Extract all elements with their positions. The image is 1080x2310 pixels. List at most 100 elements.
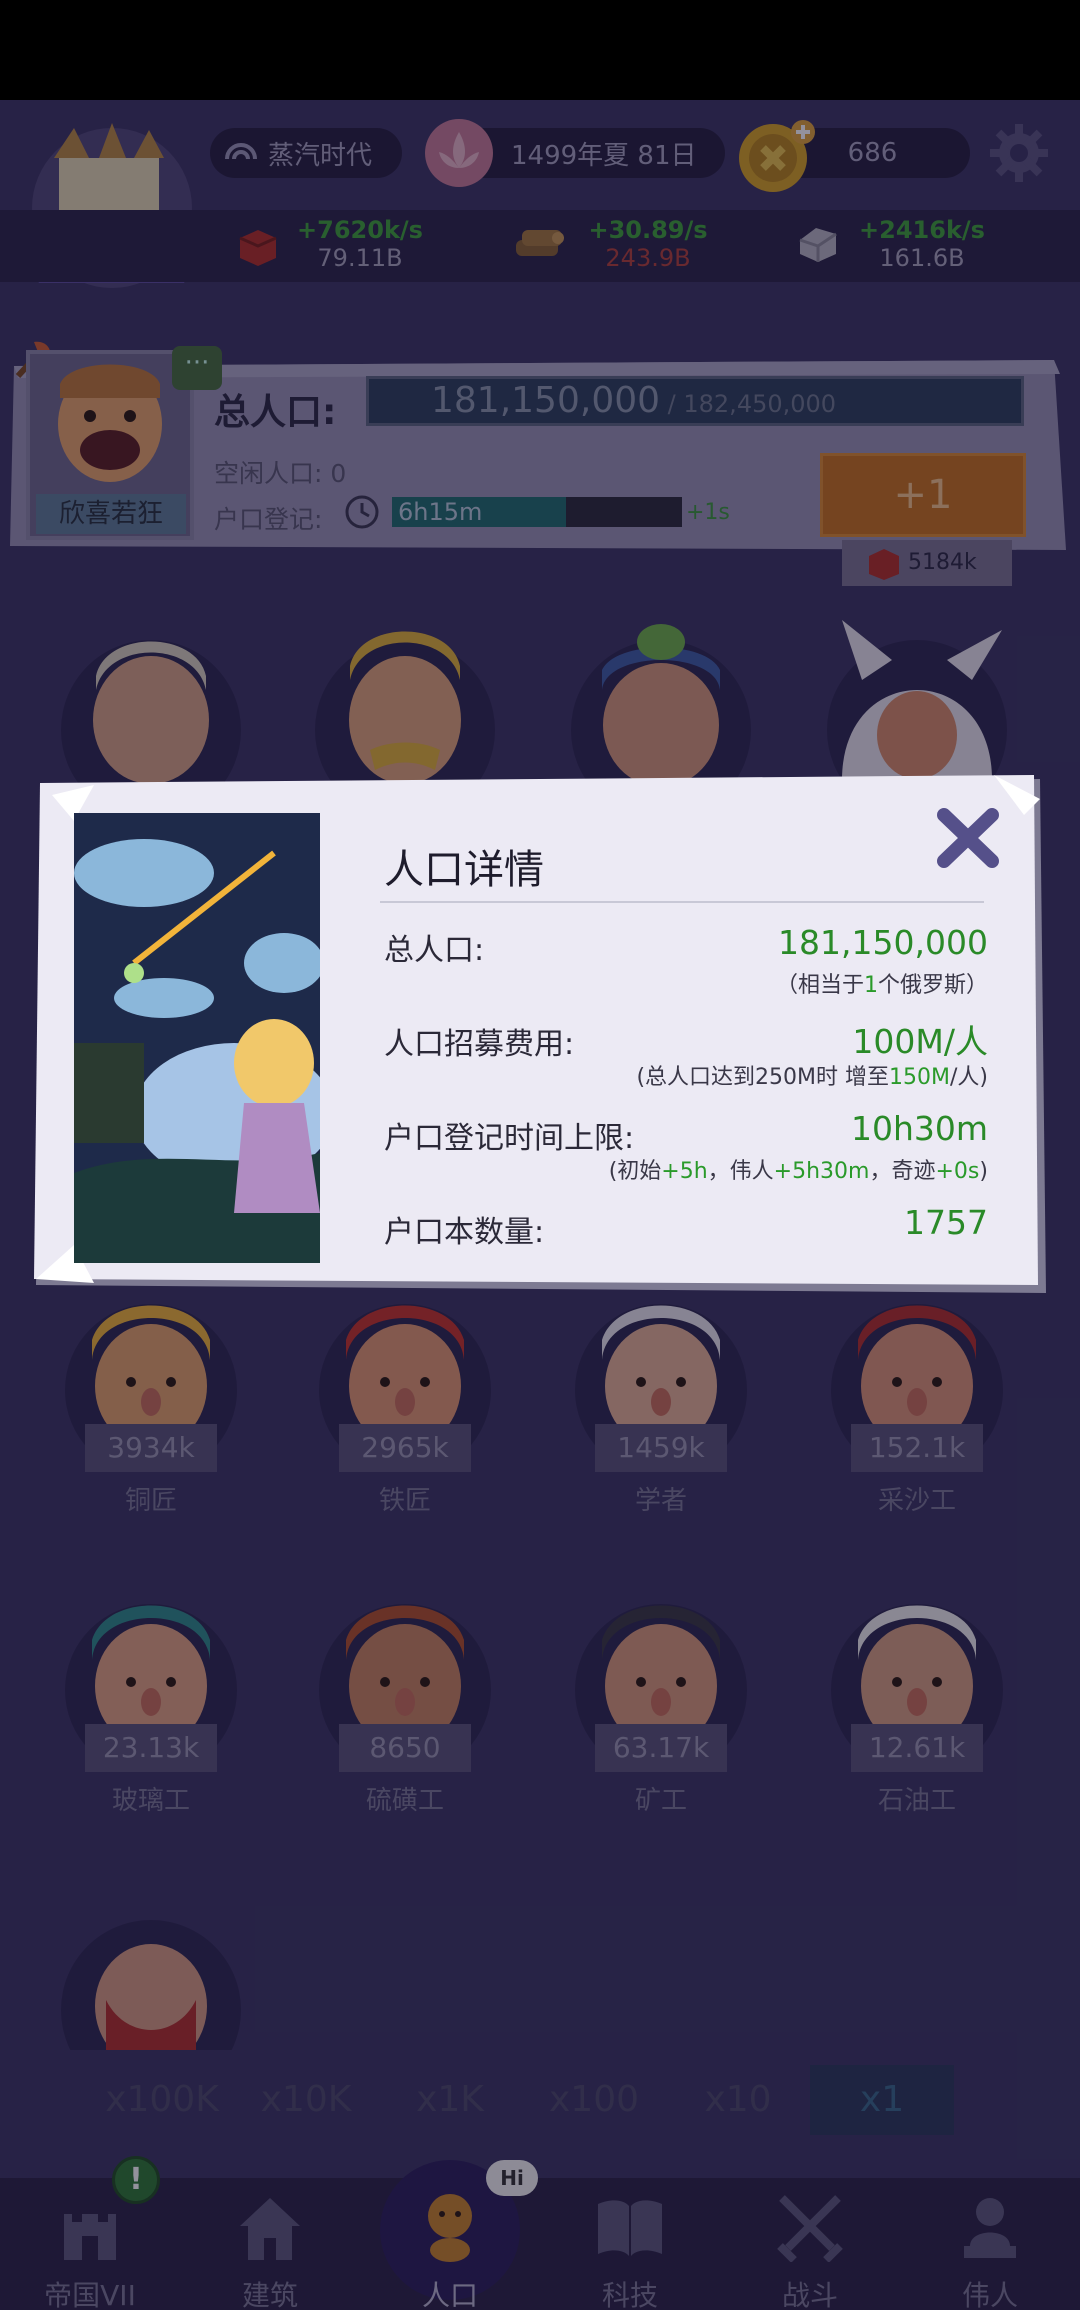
red-block-icon <box>239 230 277 266</box>
population-max: / 182,450,000 <box>660 390 837 418</box>
register-progress-bar: 6h15m <box>392 497 682 527</box>
nav-great-people[interactable]: 伟人 <box>900 2178 1080 2310</box>
multiplier-1[interactable]: x1 <box>810 2065 954 2135</box>
resource-amount: 243.9B <box>605 244 691 272</box>
worker-count: 63.17k <box>595 1724 727 1772</box>
worker-job-label: 硫磺工 <box>365 1786 444 1816</box>
character-portrait[interactable] <box>822 620 1012 800</box>
era-icon <box>225 143 257 160</box>
worker-count: 1459k <box>595 1424 727 1472</box>
register-label: 户口登记: <box>214 505 323 534</box>
multiplier-10k[interactable]: x10K <box>234 2065 378 2135</box>
resource-amount: 161.6B <box>879 244 965 272</box>
nav-buildings[interactable]: 建筑 <box>180 2178 360 2310</box>
worker-job-label: 学者 <box>634 1486 687 1516</box>
total-population-label: 总人口: <box>214 392 337 433</box>
era-label: 蒸汽时代 <box>268 140 373 171</box>
multiplier-10[interactable]: x10 <box>666 2065 810 2135</box>
nav-label: 建筑 <box>241 2279 298 2310</box>
nav-battle[interactable]: 战斗 <box>720 2178 900 2310</box>
resource-rate: +30.89/s <box>588 216 708 244</box>
coin-pill[interactable]: 686 <box>739 120 970 192</box>
worker-job-label: 玻璃工 <box>111 1786 190 1816</box>
character-portrait[interactable] <box>566 620 756 800</box>
worker-job-label: 矿工 <box>634 1786 687 1816</box>
worker-job-label: 石油工 <box>877 1786 956 1816</box>
recruit-cost-label: 人口招募费用: <box>384 1027 575 1062</box>
era-pill[interactable]: 蒸汽时代 <box>210 128 402 178</box>
bust-icon <box>964 2198 1016 2258</box>
register-time: 6h15m <box>398 498 483 526</box>
nav-empire[interactable]: 帝国VII <box>0 2178 180 2310</box>
recruit-cost-value: 100M/人 <box>852 1022 988 1061</box>
alert-badge: ! <box>112 2156 160 2204</box>
clock-icon <box>345 495 379 529</box>
register-limit-note: (初始+5h，伟人+5h30m，奇迹+0s) <box>608 1159 988 1184</box>
population-current: 181,150,000 <box>431 380 661 421</box>
idle-population: 空闲人口: 0 <box>214 459 347 488</box>
multiplier-100k[interactable]: x100K <box>90 2065 234 2135</box>
settings-gear-icon[interactable] <box>988 122 1050 184</box>
register-limit-value: 10h30m <box>850 1109 988 1148</box>
stone-icon <box>799 228 837 262</box>
worker-job-label: 铁匠 <box>378 1486 431 1516</box>
house-icon <box>240 2198 300 2260</box>
nav-technology[interactable]: 科技 <box>540 2178 720 2310</box>
worker-count: 12.61k <box>851 1724 983 1772</box>
hi-badge: Hi <box>486 2160 538 2196</box>
population-details-modal: 人口详情 总人口: 181,150,000 （相当于1个俄罗斯） 人口招募费用:… <box>34 775 1046 1295</box>
nav-label: 科技 <box>601 2279 658 2310</box>
total-population-value: 181,150,000 <box>778 923 988 962</box>
household-books-label: 户口本数量: <box>384 1215 545 1250</box>
resource-wood[interactable]: +30.89/s 243.9B <box>578 216 718 280</box>
worker-job-label: 铜匠 <box>124 1486 177 1516</box>
coin-icon <box>739 120 815 192</box>
character-portrait[interactable] <box>56 1910 246 2050</box>
happy-citizen-icon <box>58 364 162 482</box>
worker-count: 152.1k <box>851 1424 983 1472</box>
resource-rate: +7620k/s <box>297 216 423 244</box>
date-pill[interactable]: 1499年夏 81日 <box>425 119 725 187</box>
add-population-button[interactable]: +1 <box>820 453 1026 537</box>
multiplier-bar: x100K x10K x1K x100 x10 x1 <box>90 2065 980 2135</box>
character-portrait[interactable] <box>56 620 246 800</box>
red-block-icon <box>869 549 899 580</box>
nav-label: 帝国VII <box>44 2279 136 2310</box>
resource-stone[interactable]: +2416k/s 161.6B <box>852 216 992 280</box>
swords-icon <box>777 2195 843 2262</box>
nav-population[interactable]: 人口 <box>360 2178 540 2310</box>
resource-rate: +2416k/s <box>859 216 985 244</box>
coin-count: 686 <box>847 138 898 168</box>
status-bar <box>0 0 1080 100</box>
nav-label: 战斗 <box>781 2279 838 2310</box>
modal-title: 人口详情 <box>384 847 544 893</box>
mood-label: 欣喜若狂 <box>36 494 186 534</box>
nav-label: 人口 <box>421 2279 478 2310</box>
modal-illustration <box>74 813 320 1263</box>
date-label: 1499年夏 81日 <box>511 140 697 171</box>
worker-count: 2965k <box>339 1424 471 1472</box>
population-bar[interactable]: 181,150,000 / 182,450,000 <box>366 376 1024 426</box>
resource-red[interactable]: +7620k/s 79.11B <box>290 216 430 280</box>
multiplier-1k[interactable]: x1K <box>378 2065 522 2135</box>
person-icon <box>428 2194 472 2262</box>
worker-count: 3934k <box>85 1424 217 1472</box>
total-population-note: （相当于1个俄罗斯） <box>775 973 988 998</box>
character-portrait[interactable] <box>310 620 500 800</box>
register-plus: +1s <box>686 500 730 525</box>
modal-divider <box>380 901 984 903</box>
register-limit-label: 户口登记时间上限: <box>384 1121 635 1156</box>
total-population-label: 总人口: <box>384 933 485 968</box>
resource-amount: 79.11B <box>317 244 403 272</box>
lotus-icon <box>425 119 493 187</box>
book-icon <box>598 2200 662 2256</box>
worker-count: 23.13k <box>85 1724 217 1772</box>
nav-label: 伟人 <box>961 2279 1018 2310</box>
castle-icon <box>64 2214 116 2260</box>
multiplier-100[interactable]: x100 <box>522 2065 666 2135</box>
worker-count: 8650 <box>339 1724 471 1772</box>
close-icon[interactable] <box>934 803 1004 873</box>
household-books-value: 1757 <box>904 1203 988 1242</box>
wood-icon <box>516 230 564 256</box>
worker-job-label: 采沙工 <box>877 1486 956 1516</box>
